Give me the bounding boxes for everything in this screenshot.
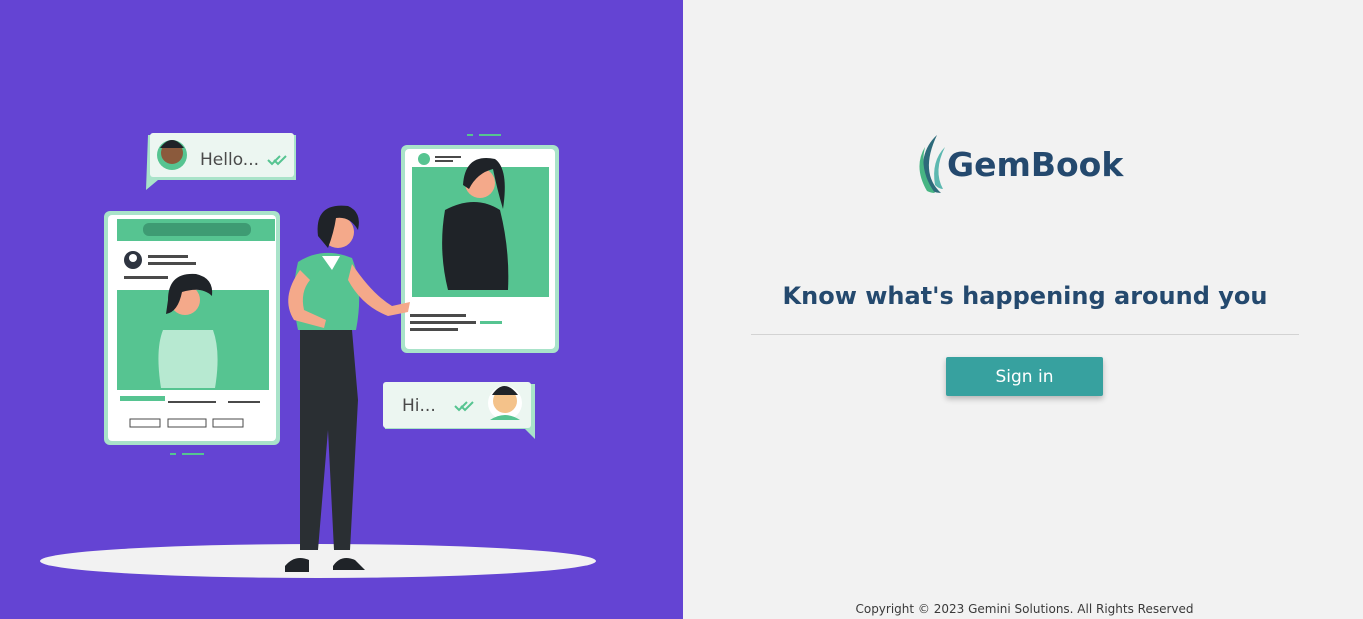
gembook-logo: GemBook (915, 132, 1145, 196)
right-phone-card (401, 145, 559, 353)
divider (751, 334, 1299, 335)
copyright-text: Copyright © 2023 Gemini Solutions. All R… (855, 602, 1194, 616)
login-panel: GemBook Know what's happening around you… (683, 0, 1363, 619)
illustration-panel: Hello... Hi... (0, 0, 683, 619)
social-illustration (40, 133, 596, 578)
sign-in-button[interactable]: Sign in (946, 357, 1103, 396)
tagline: Know what's happening around you (782, 282, 1268, 310)
leaf-logo-icon (919, 135, 945, 193)
brand-name: GemBook (947, 144, 1124, 184)
left-phone-card (104, 211, 280, 445)
hello-bubble-text: Hello... (200, 150, 260, 170)
hi-bubble-text: Hi... (402, 396, 436, 416)
